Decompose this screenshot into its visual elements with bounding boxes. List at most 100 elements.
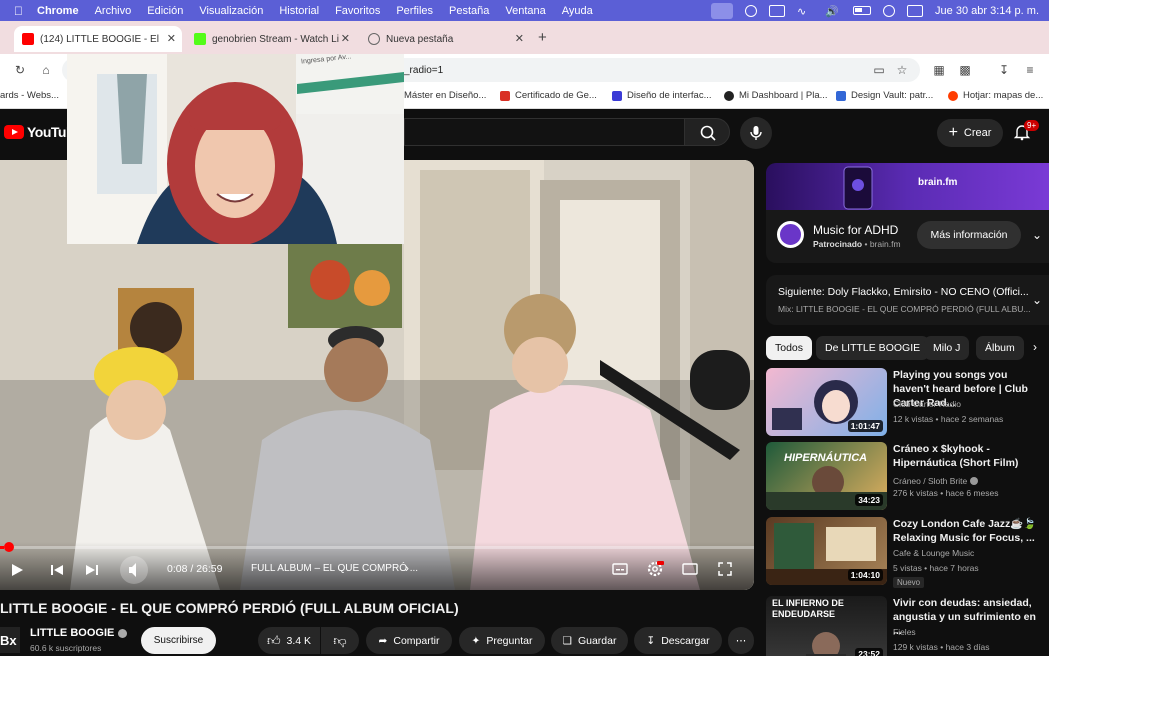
settings-gear-icon[interactable] — [645, 559, 665, 579]
tab-kick-stream[interactable]: genobrien Stream - Watch Li ✕ — [188, 26, 356, 52]
bookmark-diseno-interfaces[interactable]: Diseño de interfac... — [612, 90, 712, 101]
bookmark-awards[interactable]: ards - Webs... — [0, 90, 59, 101]
battery-icon[interactable] — [853, 6, 872, 15]
previous-icon[interactable] — [49, 562, 65, 578]
progress-scrubber[interactable] — [3, 542, 14, 552]
volume-button[interactable] — [120, 556, 148, 584]
new-tab-plus-icon[interactable]: + — [538, 29, 547, 46]
save-button[interactable]: ❏ Guardar — [551, 627, 628, 654]
install-app-icon[interactable]: ▭ — [872, 63, 886, 77]
bookmark-master[interactable]: Máster en Diseño... — [404, 90, 486, 101]
channel-avatar[interactable]: Bx — [0, 627, 20, 653]
ad-learn-more-button[interactable]: Más información — [917, 221, 1021, 249]
ask-button[interactable]: ✦ Preguntar — [459, 627, 545, 654]
progress-bar[interactable] — [0, 542, 754, 552]
bookmark-star-icon[interactable]: ☆ — [895, 63, 909, 77]
chapter-title[interactable]: FULL ALBUM – EL QUE COMPRÓ ... — [251, 563, 418, 574]
search-input[interactable] — [404, 118, 684, 146]
video-thumbnail[interactable]: 1:01:47 — [766, 368, 887, 436]
chip-milo-j[interactable]: Milo J — [924, 336, 970, 360]
bookmark-certificado[interactable]: Certificado de Ge... — [500, 90, 597, 101]
creative-cloud-icon[interactable] — [745, 4, 758, 17]
chapter-chevron-icon[interactable]: › — [405, 561, 409, 575]
more-dots-icon: ⋯ — [735, 634, 747, 647]
recommendation-item[interactable]: 1:04:10 Cozy London Cafe Jazz☕🍃 Relaxing… — [766, 517, 1049, 589]
menu-archivo[interactable]: Archivo — [87, 5, 140, 17]
menu-historial[interactable]: Historial — [271, 5, 327, 17]
search-button[interactable] — [684, 118, 730, 146]
bookmark-hotjar[interactable]: Hotjar: mapas de... — [948, 90, 1043, 101]
video-thumbnail[interactable]: 1:04:10 — [766, 517, 887, 585]
recommendation-item[interactable]: 1:01:47 Playing you songs you haven't he… — [766, 368, 1049, 440]
channel-name[interactable]: Fieles — [893, 627, 916, 637]
sponsored-ad-card[interactable]: brain.fm Music for ADHD Patrocinado • br… — [766, 163, 1049, 263]
download-icon[interactable]: ↧ — [997, 63, 1011, 77]
up-next-card[interactable]: Siguiente: Doly Flackko, Emirsito - NO C… — [766, 275, 1049, 325]
create-button[interactable]: + Crear — [937, 119, 1003, 147]
chip-de-little-boogie[interactable]: De LITTLE BOOGIE — [816, 336, 930, 360]
control-center-icon[interactable] — [907, 4, 924, 17]
channel-name: LITTLE BOOGIE — [30, 627, 115, 639]
home-icon[interactable]: ⌂ — [39, 63, 53, 77]
webcam-feed — [67, 54, 404, 244]
ad-title[interactable]: Music for ADHD — [813, 223, 898, 237]
close-tab-icon[interactable]: ✕ — [515, 32, 524, 45]
fullscreen-icon[interactable] — [716, 560, 734, 578]
channel-label: Cafe & Lounge Music — [893, 548, 975, 558]
video-thumbnail[interactable]: EL INFIERNO DE ENDEUDARSE 23:52 — [766, 596, 887, 656]
chevron-down-icon[interactable]: ⌄ — [1032, 293, 1042, 307]
spotlight-search-icon[interactable] — [883, 4, 896, 17]
channel-name[interactable]: Cráneo / Sloth Brite — [893, 476, 979, 486]
display-icon[interactable] — [769, 4, 786, 17]
menu-ventana[interactable]: Ventana — [497, 5, 553, 17]
ad-banner-image[interactable] — [766, 163, 1049, 210]
subtitles-icon[interactable] — [611, 560, 629, 578]
menu-favoritos[interactable]: Favoritos — [327, 5, 388, 17]
download-button[interactable]: ↧ Descargar — [634, 627, 722, 654]
menu-perfiles[interactable]: Perfiles — [388, 5, 441, 17]
recommendation-item[interactable]: HIPERNÁUTICA 34:23 Cráneo x $kyhook - Hi… — [766, 442, 1049, 514]
theater-mode-icon[interactable] — [681, 560, 699, 578]
extensions-puzzle-icon[interactable]: ▩ — [958, 63, 972, 77]
chip-album[interactable]: Álbum — [976, 336, 1024, 360]
volume-icon[interactable]: 🔊 — [825, 5, 841, 18]
tab-youtube[interactable]: (124) LITTLE BOOGIE - El ✕ — [14, 26, 182, 52]
channel-name[interactable]: Club Carter Radio — [893, 399, 961, 409]
bookmark-icon — [612, 90, 622, 101]
menu-pestana[interactable]: Pestaña — [441, 5, 497, 17]
more-actions-button[interactable]: ⋯ — [728, 627, 754, 654]
screen-share-icon[interactable] — [711, 2, 734, 19]
menu-app-name[interactable]: Chrome — [29, 5, 87, 17]
video-title[interactable]: Cozy London Cafe Jazz☕🍃 Relaxing Music f… — [893, 517, 1043, 545]
voice-search-button[interactable] — [740, 117, 772, 149]
reload-icon[interactable]: ↻ — [13, 63, 27, 77]
chip-todos[interactable]: Todos — [766, 336, 813, 360]
menu-ayuda[interactable]: Ayuda — [554, 5, 601, 17]
share-button[interactable]: ➦ Compartir — [366, 627, 452, 654]
next-icon[interactable] — [84, 562, 100, 578]
chevron-down-icon[interactable]: ⌄ — [1032, 228, 1042, 242]
channel-name-link[interactable]: LITTLE BOOGIE — [30, 627, 128, 639]
bookmark-design-vault[interactable]: Design Vault: patr... — [836, 90, 933, 101]
video-title[interactable]: Cráneo x $kyhook - Hipernáutica (Short F… — [893, 442, 1043, 470]
bookmark-dashboard[interactable]: Mi Dashboard | Pla... — [724, 90, 828, 101]
video-thumbnail[interactable]: HIPERNÁUTICA 34:23 — [766, 442, 887, 510]
play-icon[interactable] — [9, 562, 25, 578]
up-next-playlist: Mix: LITTLE BOOGIE - EL QUE COMPRÓ PERDI… — [778, 304, 1031, 314]
channel-name[interactable]: Cafe & Lounge Music — [893, 548, 974, 558]
wifi-icon[interactable]: ∿ — [797, 5, 813, 18]
extension-icon[interactable]: ▦ — [932, 63, 946, 77]
menu-icon[interactable]: ≡ — [1023, 63, 1037, 77]
close-tab-icon[interactable]: ✕ — [341, 32, 350, 45]
dislike-button[interactable]: 👎︎ — [321, 627, 359, 654]
chip-scroll-right-icon[interactable]: › — [1033, 340, 1037, 354]
like-button[interactable]: 👍︎ 3.4 K — [258, 627, 320, 654]
tab-new-tab[interactable]: Nueva pestaña ✕ — [362, 26, 530, 52]
close-tab-icon[interactable]: ✕ — [167, 32, 176, 45]
recommendation-item[interactable]: EL INFIERNO DE ENDEUDARSE 23:52 Vivir co… — [766, 596, 1049, 656]
menubar-clock[interactable]: Jue 30 abr 3:14 p. m. — [935, 5, 1039, 17]
apple-icon[interactable]:  — [0, 4, 29, 18]
subscribe-button[interactable]: Suscribirse — [141, 627, 216, 654]
menu-visualizacion[interactable]: Visualización — [191, 5, 271, 17]
menu-edicion[interactable]: Edición — [139, 5, 191, 17]
